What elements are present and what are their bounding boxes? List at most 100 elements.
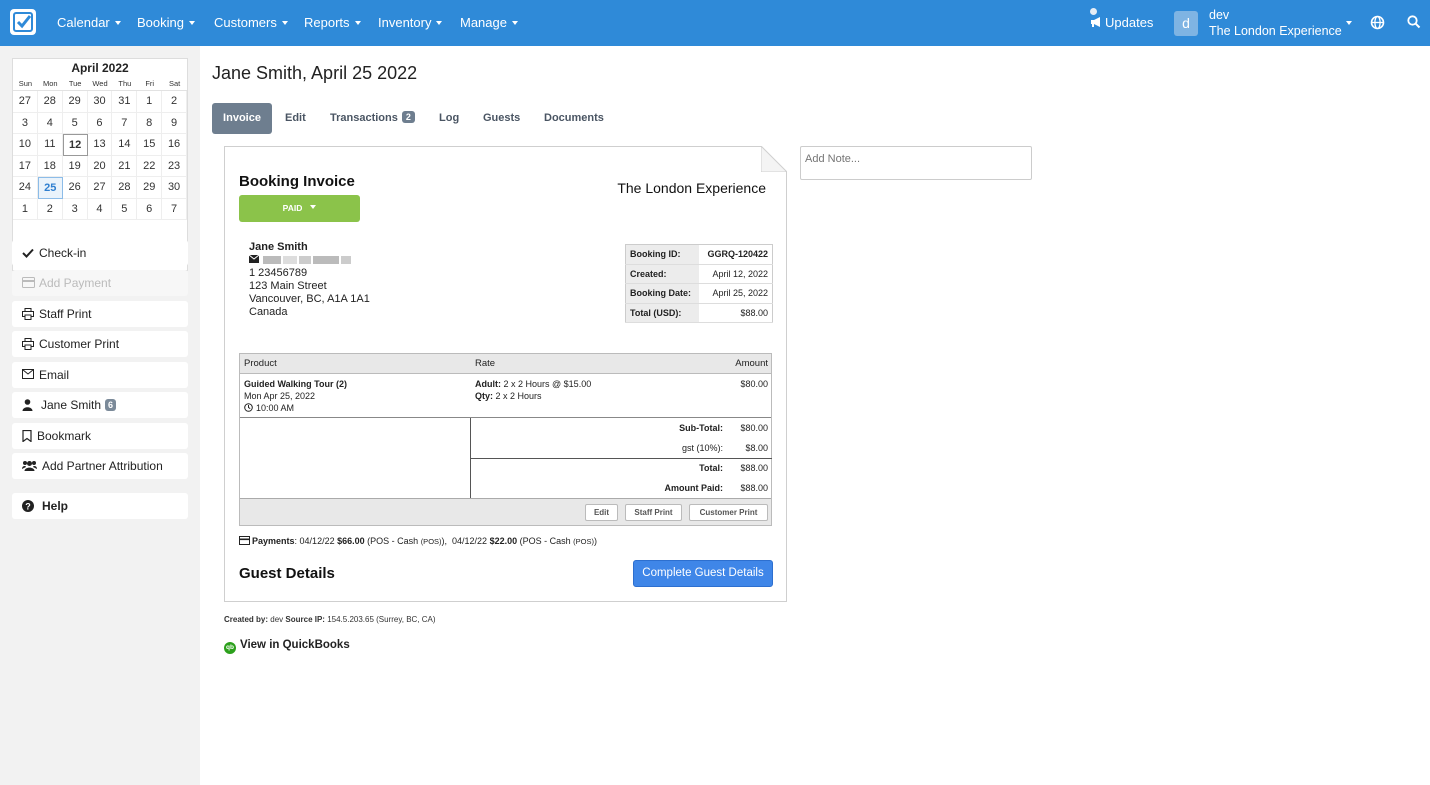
invoice-company-name: The London Experience [617, 180, 766, 196]
calendar-day[interactable]: 1 [137, 91, 163, 113]
calendar-day[interactable]: 2 [37, 198, 63, 220]
globe-icon[interactable] [1370, 15, 1385, 30]
calendar-weekdays: Sun Mon Tue Wed Thu Fri Sat [13, 77, 187, 91]
calendar-day[interactable]: 18 [37, 155, 63, 177]
calendar-day[interactable]: 29 [137, 177, 163, 199]
user-company[interactable]: The London Experience [1209, 24, 1342, 38]
product-name: Guided Walking Tour (2) [244, 379, 347, 389]
calendar-day[interactable]: 30 [87, 91, 113, 113]
question-circle-icon: ? [22, 500, 34, 512]
nav-manage[interactable]: Manage [460, 15, 518, 30]
calendar-day[interactable]: 20 [87, 155, 113, 177]
user-name[interactable]: dev [1209, 8, 1229, 22]
invoice-customer-print-button[interactable]: Customer Print [689, 504, 768, 521]
calendar-day[interactable]: 28 [37, 91, 63, 113]
guest-details-heading: Guest Details [239, 565, 335, 582]
calendar-day[interactable]: 4 [87, 198, 113, 220]
checkin-button[interactable]: Check-in [12, 240, 188, 266]
calendar-day[interactable]: 28 [112, 177, 138, 199]
calendar-day[interactable]: 25 [37, 177, 63, 199]
nav-calendar[interactable]: Calendar [57, 15, 121, 30]
add-partner-attribution-button[interactable]: Add Partner Attribution [12, 453, 188, 479]
calendar-day[interactable]: 24 [13, 177, 38, 199]
tab-documents[interactable]: Documents [544, 103, 604, 134]
tab-transactions[interactable]: Transactions 2 [330, 103, 415, 134]
calendar-day[interactable]: 22 [137, 155, 163, 177]
clock-icon [244, 403, 253, 412]
complete-guest-details-button[interactable]: Complete Guest Details [633, 560, 773, 587]
calendar-day[interactable]: 8 [137, 112, 163, 134]
calendar-day[interactable]: 5 [62, 112, 88, 134]
calendar-day[interactable]: 3 [62, 198, 88, 220]
customer-print-button[interactable]: Customer Print [12, 331, 188, 357]
calendar-day[interactable]: 7 [112, 112, 138, 134]
email-button[interactable]: Email [12, 362, 188, 388]
tab-edit[interactable]: Edit [285, 103, 306, 134]
megaphone-icon [1091, 17, 1100, 27]
booking-date-value: April 25, 2022 [698, 283, 773, 304]
calendar-month-title: April 2022 [71, 61, 129, 75]
top-nav: Calendar Booking Customers Reports Inven… [0, 0, 1430, 46]
calendar-day[interactable]: 5 [112, 198, 138, 220]
chevron-down-icon [310, 205, 317, 209]
calendar-day[interactable]: 11 [37, 134, 63, 156]
table-row: Created: April 12, 2022 [625, 264, 773, 284]
calendar-day[interactable]: 10 [13, 134, 38, 156]
bookmark-button[interactable]: Bookmark [12, 423, 188, 449]
calendar-day[interactable]: 13 [87, 134, 113, 156]
calendar-day[interactable]: 31 [112, 91, 138, 113]
calendar-day[interactable]: 17 [13, 155, 38, 177]
user-menu-chevron-icon[interactable] [1346, 21, 1352, 25]
calendar-day[interactable]: 29 [62, 91, 88, 113]
amount-cell: $80.00 [740, 379, 768, 389]
calendar-day[interactable]: 27 [13, 91, 38, 113]
calendar-day[interactable]: 27 [87, 177, 113, 199]
customer-link-button[interactable]: Jane Smith 6 [12, 392, 188, 418]
calendar-day[interactable]: 15 [137, 134, 163, 156]
calendar-day[interactable]: 30 [162, 177, 187, 199]
table-row: Booking Date: April 25, 2022 [625, 283, 773, 304]
user-icon [22, 399, 33, 411]
app-logo-icon[interactable] [10, 9, 36, 35]
staff-print-button[interactable]: Staff Print [12, 301, 188, 327]
updates-link[interactable]: Updates [1090, 15, 1153, 30]
calendar-day[interactable]: 21 [112, 155, 138, 177]
invoice-edit-button[interactable]: Edit [585, 504, 618, 521]
envelope-icon [248, 254, 260, 263]
view-in-quickbooks-link[interactable]: qb View in QuickBooks [224, 639, 350, 654]
nav-customers[interactable]: Customers [214, 15, 288, 30]
chevron-down-icon [511, 21, 518, 25]
product-table: Product Rate Amount Guided Walking Tour … [239, 353, 772, 526]
calendar-day[interactable]: 6 [87, 112, 113, 134]
calendar-day[interactable]: 26 [62, 177, 88, 199]
tab-guests[interactable]: Guests [483, 103, 520, 134]
column-header-amount: Amount [735, 358, 768, 369]
search-icon[interactable] [1407, 15, 1421, 29]
meta-label: Created: [625, 264, 699, 284]
calendar-day[interactable]: 19 [62, 155, 88, 177]
printer-icon [22, 338, 34, 350]
calendar-day[interactable]: 14 [112, 134, 138, 156]
calendar-day[interactable]: 12 [62, 134, 88, 156]
calendar-day[interactable]: 4 [37, 112, 63, 134]
tab-invoice[interactable]: Invoice [212, 103, 272, 134]
tax-row: gst (10%): $8.00 [681, 443, 768, 453]
calendar-day[interactable]: 6 [137, 198, 163, 220]
calendar-day[interactable]: 23 [162, 155, 187, 177]
calendar-day[interactable]: 7 [162, 198, 187, 220]
calendar-day[interactable]: 16 [162, 134, 187, 156]
calendar-day[interactable]: 9 [162, 112, 187, 134]
invoice-staff-print-button[interactable]: Staff Print [625, 504, 682, 521]
calendar-day[interactable]: 1 [13, 198, 38, 220]
nav-reports[interactable]: Reports [304, 15, 361, 30]
calendar-day[interactable]: 2 [162, 91, 187, 113]
nav-booking[interactable]: Booking [137, 15, 195, 30]
tab-log[interactable]: Log [439, 103, 459, 134]
payment-status-dropdown[interactable]: PAID [239, 195, 360, 222]
nav-inventory[interactable]: Inventory [378, 15, 443, 30]
table-row: Total (USD): $88.00 [625, 303, 773, 323]
add-note-input[interactable] [800, 146, 1032, 180]
help-button[interactable]: ? Help [12, 493, 188, 519]
calendar-day[interactable]: 3 [13, 112, 38, 134]
avatar[interactable]: d [1174, 11, 1198, 36]
